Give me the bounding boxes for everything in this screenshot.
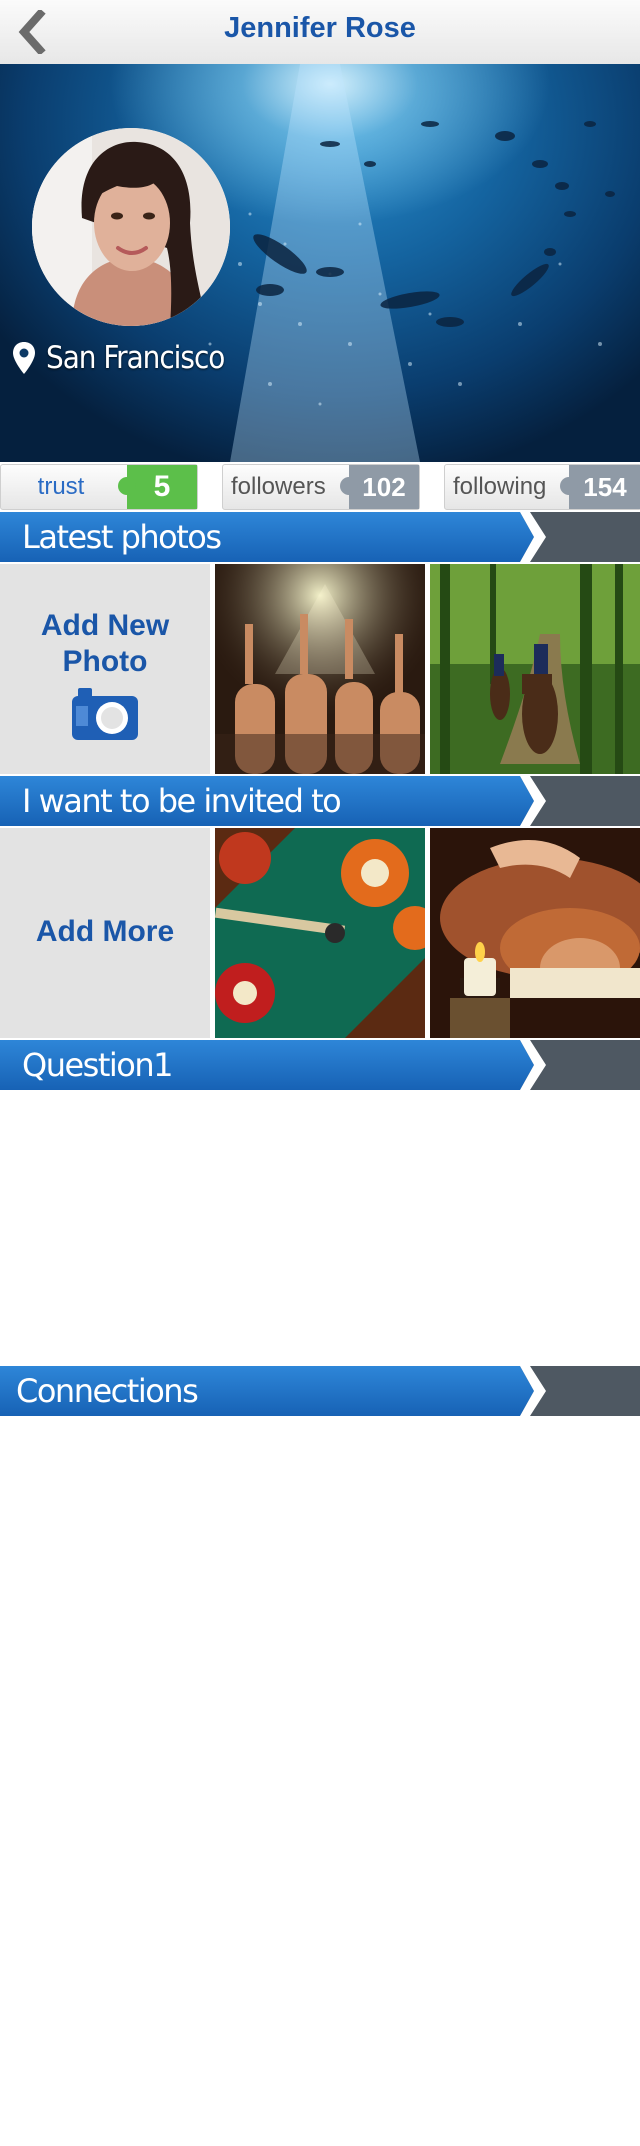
- billiards-photo: [215, 828, 425, 1038]
- add-photo-label-2: Photo: [62, 645, 148, 678]
- concert-photo: [215, 564, 425, 774]
- section-title: Latest photos: [22, 518, 222, 556]
- location-text: San Francisco: [46, 340, 225, 376]
- add-more-label: Add More: [35, 915, 175, 948]
- following-stat[interactable]: following 154: [444, 464, 640, 510]
- section-title: Connections: [16, 1372, 199, 1410]
- photo-horseback[interactable]: [430, 564, 640, 774]
- trust-count: 5: [118, 465, 197, 509]
- invite-spa[interactable]: [430, 828, 640, 1038]
- map-pin-icon: [13, 342, 35, 374]
- following-count: 154: [560, 465, 640, 509]
- section-question1[interactable]: Question1: [0, 1040, 640, 1090]
- top-bar: Jennifer Rose: [0, 0, 640, 65]
- add-photo-label-1: Add New: [40, 609, 170, 642]
- profile-location: San Francisco: [12, 340, 225, 376]
- camera-icon: [72, 688, 138, 740]
- invite-billiards[interactable]: [215, 828, 425, 1038]
- trust-stat[interactable]: trust 5: [0, 464, 198, 510]
- photo-concert[interactable]: [215, 564, 425, 774]
- profile-cover: San Francisco: [0, 64, 640, 462]
- add-more-button[interactable]: Add More: [0, 828, 210, 1038]
- avatar[interactable]: [32, 128, 230, 326]
- trust-label: trust: [37, 473, 85, 500]
- stats-bar: trust 5 followers 102 following 154: [0, 462, 640, 512]
- add-new-photo-button[interactable]: Add New Photo: [0, 564, 210, 774]
- followers-stat[interactable]: followers 102: [222, 464, 420, 510]
- horseback-photo: [430, 564, 640, 774]
- page-title: Jennifer Rose: [224, 12, 416, 44]
- spa-photo: [430, 828, 640, 1038]
- followers-count: 102: [340, 465, 419, 509]
- avatar-photo: [32, 128, 230, 326]
- section-connections[interactable]: Connections: [0, 1366, 640, 1416]
- section-title: Question1: [22, 1046, 173, 1084]
- following-label: following: [453, 473, 547, 500]
- section-latest-photos[interactable]: Latest photos: [0, 512, 640, 562]
- section-title: I want to be invited to: [22, 782, 342, 820]
- followers-label: followers: [231, 473, 326, 500]
- section-invited[interactable]: I want to be invited to: [0, 776, 640, 826]
